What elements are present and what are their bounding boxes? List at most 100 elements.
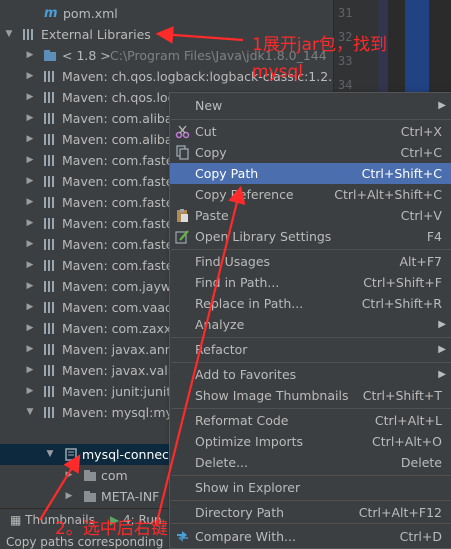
- chevron-right-icon[interactable]: ▶: [24, 339, 36, 360]
- library-icon: [44, 92, 54, 103]
- menu-item-directory-path[interactable]: Directory Path Ctrl+Alt+F12: [170, 502, 451, 523]
- menu-label: Directory Path: [195, 505, 285, 520]
- menu-separator: [171, 362, 451, 363]
- menu-label: Cut: [195, 124, 217, 139]
- chevron-right-icon[interactable]: ▶: [24, 192, 36, 213]
- chevron-right-icon[interactable]: ▶: [24, 297, 36, 318]
- line-number: 34: [338, 78, 353, 92]
- library-icon: [44, 134, 54, 145]
- jar-icon: [65, 448, 77, 461]
- menu-shortcut: Ctrl+Shift+T: [362, 388, 442, 403]
- library-icon: [44, 71, 54, 82]
- menu-item-show-in-explorer[interactable]: Show in Explorer: [170, 477, 451, 498]
- chevron-right-icon[interactable]: ▶: [24, 87, 36, 108]
- menu-label: Replace in Path...: [195, 296, 304, 311]
- chevron-right-icon[interactable]: ▶: [24, 255, 36, 276]
- menu-separator: [171, 408, 451, 409]
- chevron-right-icon[interactable]: ▶: [24, 171, 36, 192]
- copy-icon: [176, 145, 189, 160]
- tree-item-label: META-INF: [101, 489, 160, 504]
- chevron-right-icon[interactable]: ▶: [24, 108, 36, 129]
- menu-label: Add to Favorites: [195, 367, 297, 382]
- menu-shortcut: Ctrl+V: [400, 208, 442, 223]
- menu-item-reformat-code[interactable]: Reformat Code Ctrl+Alt+L: [170, 410, 451, 431]
- submenu-arrow-icon: ▶: [438, 319, 446, 330]
- menu-shortcut: Ctrl+Alt+O: [372, 434, 442, 449]
- line-number: 31: [338, 6, 353, 20]
- tree-item-pom[interactable]: m pom.xml: [0, 3, 333, 24]
- menu-label: New: [195, 98, 223, 113]
- menu-shortcut: Delete: [400, 455, 442, 470]
- chevron-right-icon[interactable]: ▶: [24, 360, 36, 381]
- folder-icon: [84, 491, 96, 502]
- menu-item-compare-with[interactable]: Compare With... Ctrl+D: [170, 526, 451, 547]
- chevron-right-icon[interactable]: ▶: [24, 150, 36, 171]
- menu-item-paste[interactable]: Paste Ctrl+V: [170, 205, 451, 226]
- menu-shortcut: Ctrl+X: [400, 124, 442, 139]
- submenu-arrow-icon: ▶: [438, 100, 446, 111]
- menu-item-new[interactable]: New ▶: [170, 95, 451, 116]
- chevron-right-icon[interactable]: ▶: [24, 45, 36, 66]
- chevron-down-icon[interactable]: ▼: [44, 444, 56, 465]
- menu-item-open-library-settings[interactable]: Open Library Settings F4: [170, 226, 451, 247]
- menu-item-show-image-thumbnails[interactable]: Show Image Thumbnails Ctrl+Shift+T: [170, 385, 451, 406]
- tree-item-label: Maven: junit:junit:4: [62, 384, 184, 399]
- chevron-right-icon[interactable]: ▶: [24, 213, 36, 234]
- tree-item-label: External Libraries: [41, 27, 151, 42]
- line-number: 33: [338, 54, 353, 68]
- chevron-down-icon[interactable]: ▼: [24, 402, 36, 423]
- library-icon: [44, 218, 54, 229]
- chevron-right-icon[interactable]: ▶: [63, 465, 75, 486]
- menu-shortcut: Ctrl+Shift+F: [363, 275, 442, 290]
- maven-icon: m: [44, 6, 58, 21]
- menu-label: Refactor: [195, 342, 248, 357]
- menu-item-replace-in-path[interactable]: Replace in Path... Ctrl+Shift+R: [170, 293, 451, 314]
- menu-label: Show in Explorer: [195, 480, 301, 495]
- menu-item-cut[interactable]: Cut Ctrl+X: [170, 121, 451, 142]
- menu-label: Find in Path...: [195, 275, 280, 290]
- menu-item-copy[interactable]: Copy Ctrl+C: [170, 142, 451, 163]
- menu-item-find-in-path[interactable]: Find in Path... Ctrl+Shift+F: [170, 272, 451, 293]
- menu-item-add-to-favorites[interactable]: Add to Favorites ▶: [170, 364, 451, 385]
- menu-shortcut: Ctrl+Shift+R: [361, 296, 442, 311]
- menu-separator: [171, 523, 451, 524]
- menu-label: Copy Path: [195, 166, 259, 181]
- menu-separator: [171, 475, 451, 476]
- menu-item-copy-path[interactable]: Copy Path Ctrl+Shift+C: [170, 163, 451, 184]
- context-menu: New ▶ Cut Ctrl+X Copy Ctrl+C Copy Path Ctrl+…: [169, 92, 451, 549]
- library-icon: [44, 407, 54, 418]
- menu-item-refactor[interactable]: Refactor ▶: [170, 339, 451, 360]
- chevron-down-icon[interactable]: ▼: [3, 24, 15, 45]
- editor-scroll-marker[interactable]: [405, 0, 429, 100]
- chevron-right-icon[interactable]: ▶: [24, 129, 36, 150]
- menu-item-find-usages[interactable]: Find Usages Alt+F7: [170, 251, 451, 272]
- menu-label: Copy: [195, 145, 227, 160]
- menu-item-delete[interactable]: Delete... Delete: [170, 452, 451, 473]
- menu-label: Compare With...: [195, 529, 296, 544]
- library-icon: [44, 260, 54, 271]
- menu-shortcut: Ctrl+Shift+C: [361, 166, 442, 181]
- chevron-right-icon[interactable]: ▶: [24, 66, 36, 87]
- menu-item-analyze[interactable]: Analyze ▶: [170, 314, 451, 335]
- thumbnails-icon: ▦: [10, 513, 26, 527]
- scissors-icon: [175, 125, 190, 139]
- menu-shortcut: Alt+F7: [399, 254, 442, 269]
- menu-item-optimize-imports[interactable]: Optimize Imports Ctrl+Alt+O: [170, 431, 451, 452]
- menu-separator: [171, 119, 451, 120]
- menu-item-copy-reference[interactable]: Copy Reference Ctrl+Alt+Shift+C: [170, 184, 451, 205]
- menu-separator: [171, 337, 451, 338]
- library-icon: [44, 197, 54, 208]
- chevron-right-icon[interactable]: ▶: [24, 381, 36, 402]
- chevron-right-icon[interactable]: ▶: [24, 318, 36, 339]
- submenu-arrow-icon: ▶: [438, 344, 446, 355]
- library-icon: [44, 176, 54, 187]
- library-icon: [44, 239, 54, 250]
- library-icon: [44, 302, 54, 313]
- submenu-arrow-icon: ▶: [438, 369, 446, 380]
- menu-shortcut: Ctrl+Alt+F12: [358, 505, 442, 520]
- chevron-right-icon[interactable]: ▶: [63, 486, 75, 507]
- library-icon: [44, 365, 54, 376]
- chevron-right-icon[interactable]: ▶: [24, 276, 36, 297]
- menu-label: Paste: [195, 208, 229, 223]
- chevron-right-icon[interactable]: ▶: [24, 234, 36, 255]
